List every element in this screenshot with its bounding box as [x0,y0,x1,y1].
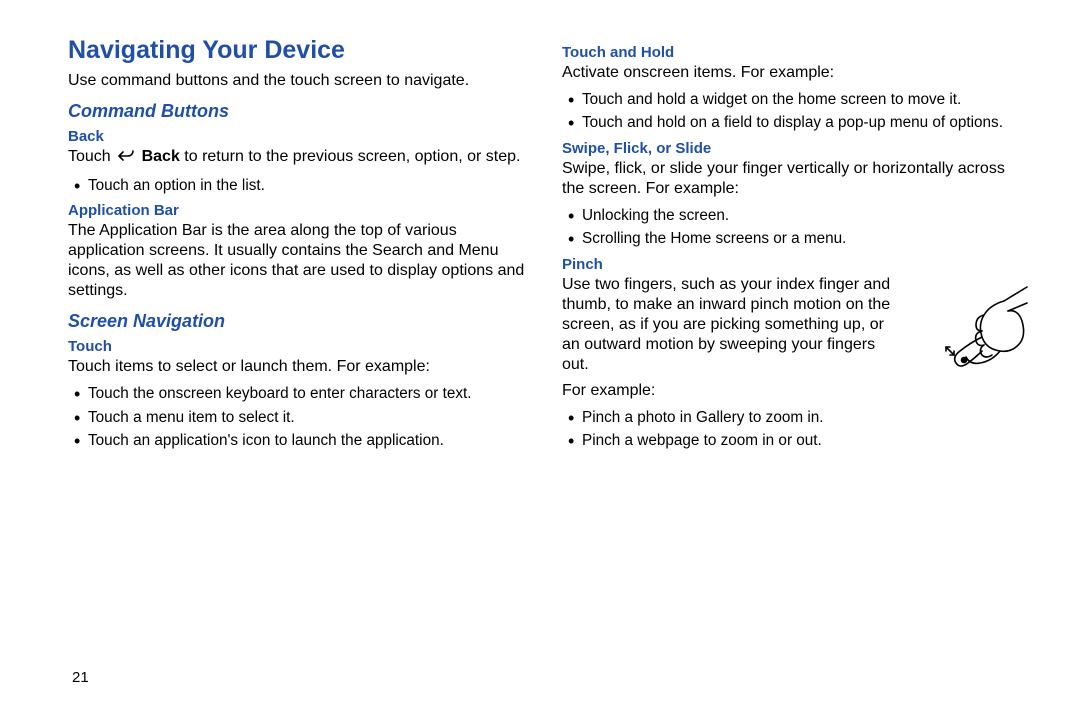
touch-body: Touch items to select or launch them. Fo… [68,357,526,377]
appbar-body: The Application Bar is the area along th… [68,221,526,301]
pinch-hand-icon [932,281,1028,378]
back-arrow-icon [117,149,135,169]
right-column: Touch and Hold Activate onscreen items. … [562,36,1020,458]
sub-application-bar: Application Bar [68,202,526,219]
list-item: Pinch a photo in Gallery to zoom in. [562,407,1020,428]
left-column: Navigating Your Device Use command butto… [68,36,526,458]
sub-back: Back [68,128,526,145]
list-item: Touch an option in the list. [68,175,526,196]
swipe-body: Swipe, flick, or slide your finger verti… [562,159,1020,199]
list-item: Scrolling the Home screens or a menu. [562,228,1020,249]
two-column-layout: Navigating Your Device Use command butto… [68,36,1020,458]
thold-bullets: Touch and hold a widget on the home scre… [562,89,1020,134]
section-command-buttons: Command Buttons [68,101,526,122]
page-title: Navigating Your Device [68,36,526,65]
thold-body: Activate onscreen items. For example: [562,63,1020,83]
sub-touch: Touch [68,338,526,355]
pinch-row: Use two fingers, such as your index fing… [562,275,1020,375]
page-number: 21 [72,669,89,686]
swipe-bullets: Unlocking the screen. Scrolling the Home… [562,205,1020,250]
sub-touch-hold: Touch and Hold [562,44,1020,61]
back-body: Touch Back to return to the previous scr… [68,147,526,169]
pinch-example-label: For example: [562,381,1020,401]
sub-swipe: Swipe, Flick, or Slide [562,140,1020,157]
intro-text: Use command buttons and the touch screen… [68,71,526,91]
list-item: Touch the onscreen keyboard to enter cha… [68,383,526,404]
back-text-2: to return to the previous screen, option… [180,148,521,165]
section-screen-navigation: Screen Navigation [68,311,526,332]
manual-page: Navigating Your Device Use command butto… [0,0,1080,458]
list-item: Touch an application's icon to launch th… [68,430,526,451]
touch-bullets: Touch the onscreen keyboard to enter cha… [68,383,526,451]
pinch-body: Use two fingers, such as your index fing… [562,275,901,375]
list-item: Touch a menu item to select it. [68,407,526,428]
list-item: Unlocking the screen. [562,205,1020,226]
back-bold: Back [137,148,180,165]
list-item: Touch and hold a widget on the home scre… [562,89,1020,110]
back-bullets: Touch an option in the list. [68,175,526,196]
pinch-bullets: Pinch a photo in Gallery to zoom in. Pin… [562,407,1020,452]
list-item: Touch and hold on a field to display a p… [562,112,1020,133]
list-item: Pinch a webpage to zoom in or out. [562,430,1020,451]
sub-pinch: Pinch [562,256,1020,273]
back-text-1: Touch [68,148,115,165]
